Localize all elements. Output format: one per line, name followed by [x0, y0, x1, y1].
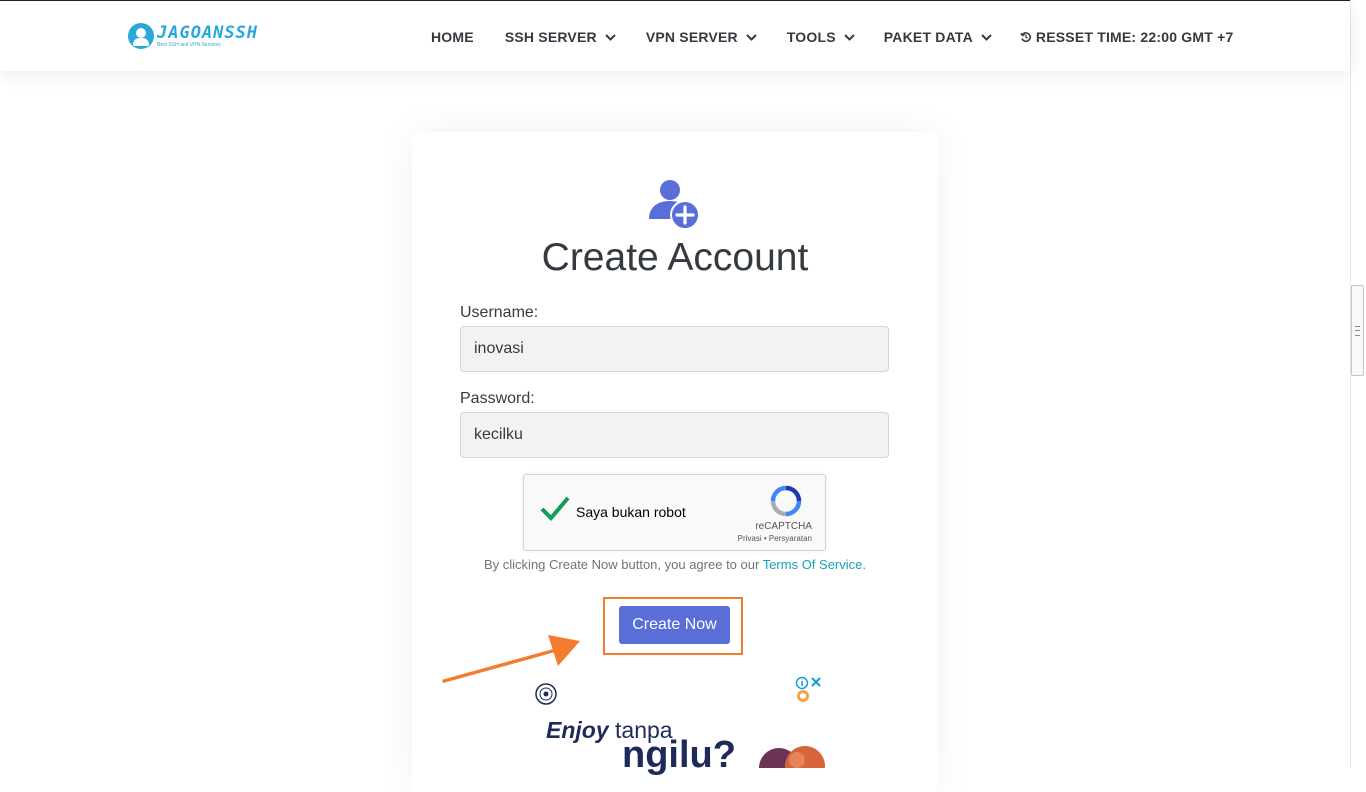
nav-tools-label: TOOLS — [786, 29, 836, 45]
scrollbar-thumb[interactable] — [1351, 285, 1364, 376]
top-navbar: JAGOANSSH Best SSH and VPN Services HOME… — [0, 0, 1350, 71]
nav-home[interactable]: HOME — [431, 29, 474, 45]
terms-link[interactable]: Terms Of Service — [763, 557, 863, 572]
nav-tools[interactable]: TOOLS — [787, 29, 855, 45]
arrow-annotation-icon — [442, 635, 580, 683]
nav-reset-time[interactable]: RESSET TIME: 22:00 GMT +7 — [1020, 29, 1234, 45]
site-logo[interactable]: JAGOANSSH Best SSH and VPN Services — [128, 22, 258, 50]
terms-period: . — [862, 557, 866, 572]
username-label: Username: — [460, 304, 539, 321]
ad-seal-icon — [535, 683, 557, 705]
recaptcha-brand: reCAPTCHA — [755, 521, 812, 532]
nav-home-label: HOME — [431, 29, 474, 45]
nav-paket-data[interactable]: PAKET DATA — [884, 29, 992, 45]
terms-notice: By clicking Create Now button, you agree… — [412, 557, 938, 572]
password-label: Password: — [460, 390, 535, 407]
logo-user-icon — [128, 23, 154, 49]
chevron-down-icon — [844, 33, 855, 41]
create-account-card — [412, 132, 938, 792]
terms-text: By clicking Create Now button, you agree… — [484, 557, 763, 572]
logo-text: JAGOANSSH Best SSH and VPN Services — [157, 22, 259, 48]
logo-wordmark: JAGOANSSH — [157, 22, 259, 43]
main-nav: HOME SSH SERVER VPN SERVER TOOLS PAKET D… — [431, 29, 1233, 45]
nav-vpn-server-label: VPN SERVER — [645, 29, 738, 45]
scrollbar-grip-icon — [1355, 326, 1360, 336]
chevron-down-icon — [605, 33, 616, 41]
page-scrollbar[interactable] — [1350, 0, 1366, 768]
page-title: Create Account — [541, 236, 809, 279]
checkmark-icon[interactable] — [540, 495, 570, 521]
recaptcha-links[interactable]: Privasi • Persyaratan — [738, 534, 812, 543]
create-now-button[interactable]: Create Now — [619, 606, 730, 644]
chevron-down-icon — [981, 33, 992, 41]
user-plus-icon — [649, 180, 700, 229]
nav-ssh-server[interactable]: SSH SERVER — [505, 29, 616, 45]
ad-product-image[interactable] — [757, 738, 825, 768]
nav-ssh-server-label: SSH SERVER — [504, 29, 597, 45]
history-icon — [1020, 32, 1031, 43]
recaptcha-label: Saya bukan robot — [576, 504, 686, 520]
chevron-down-icon — [746, 33, 757, 41]
nav-vpn-server[interactable]: VPN SERVER — [646, 29, 757, 45]
password-input[interactable] — [460, 412, 889, 458]
ad-headline-emphasis: Enjoy — [546, 717, 609, 743]
nav-reset-time-label: RESSET TIME: 22:00 GMT +7 — [1035, 29, 1234, 45]
logo-tagline: Best SSH and VPN Services — [157, 41, 221, 48]
ad-info-close-icon[interactable] — [795, 676, 825, 704]
nav-paket-data-label: PAKET DATA — [883, 29, 973, 45]
recaptcha-widget: Saya bukan robot reCAPTCHA Privasi • Per… — [523, 474, 826, 551]
recaptcha-logo-icon — [770, 485, 802, 517]
username-input[interactable] — [460, 326, 889, 372]
ad-subheadline[interactable]: ngilu? — [622, 734, 736, 777]
